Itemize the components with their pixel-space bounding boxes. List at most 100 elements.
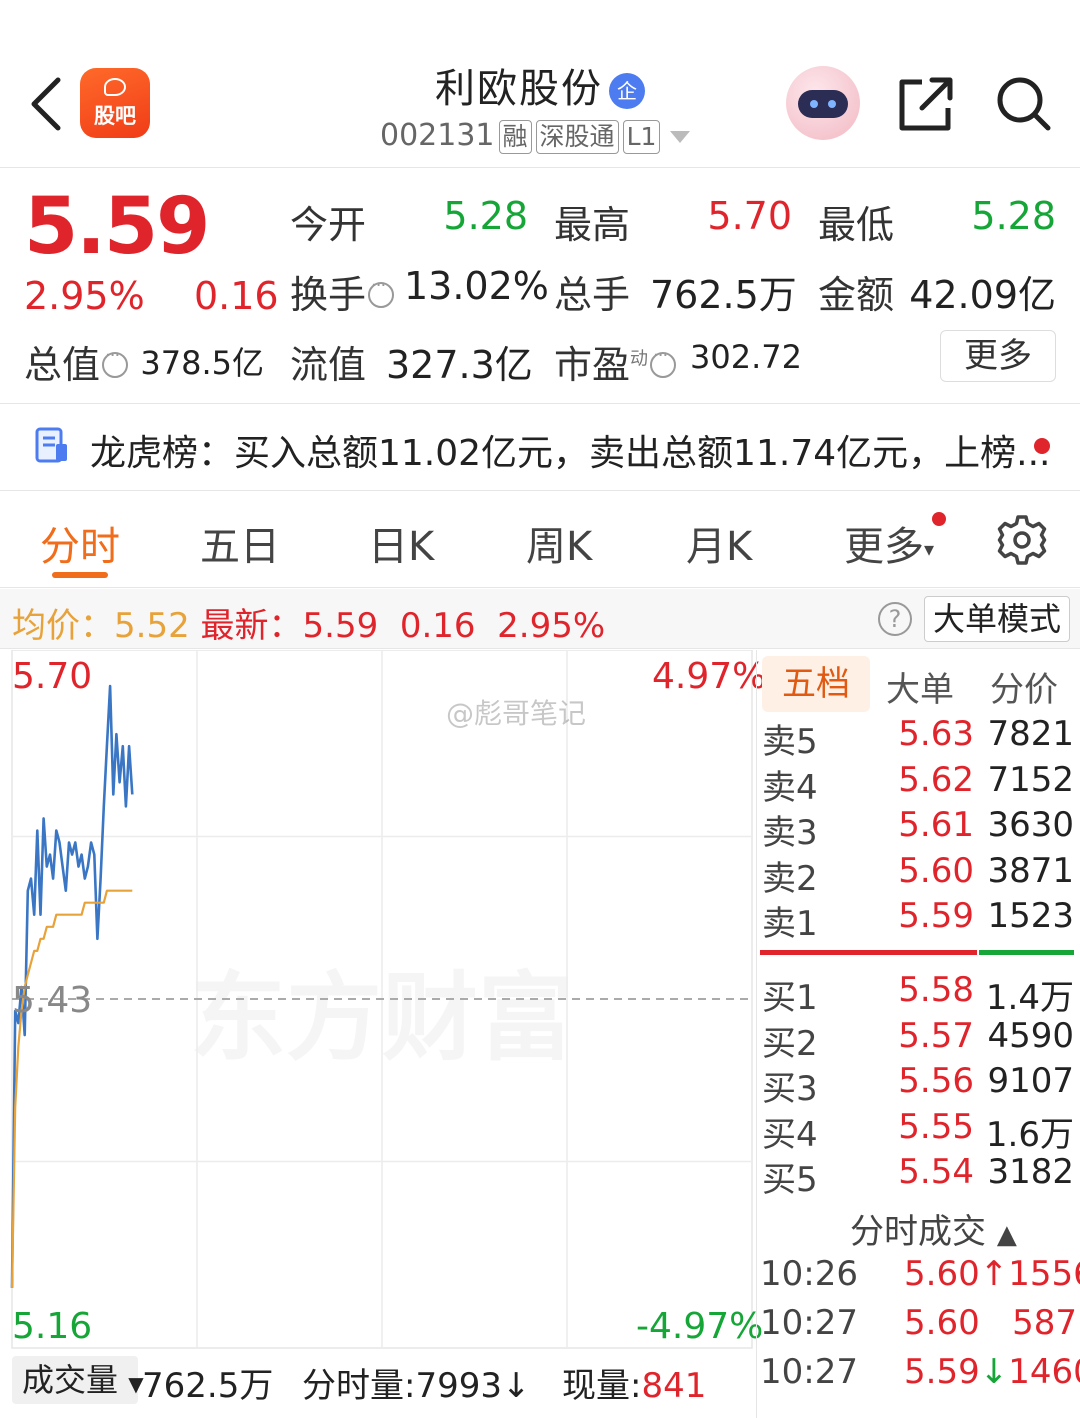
bid-level-price: 5.57	[898, 1015, 974, 1056]
stock-code-line[interactable]: 002131 融深股通 L1	[380, 118, 691, 154]
ask-level-label: 卖2	[762, 858, 818, 899]
ask-level-label: 卖5	[762, 722, 818, 762]
avg-price: 5.52	[114, 606, 190, 646]
tag-level: L1	[622, 119, 661, 154]
bid-level-volume: 9107	[987, 1061, 1074, 1101]
y-axis-top-price: 5.70	[12, 656, 93, 697]
search-icon[interactable]	[994, 74, 1054, 134]
bid-level-price: 5.58	[898, 970, 974, 1010]
y-axis-top-percent: 4.97%	[652, 656, 767, 697]
share-icon[interactable]	[896, 74, 956, 134]
ask-level-price: 5.59	[898, 896, 974, 936]
help-icon[interactable]: ?	[878, 602, 912, 636]
bid-level-label: 买4	[762, 1114, 818, 1155]
low-label: 最低	[818, 203, 895, 247]
volume-label: 总手	[554, 273, 631, 317]
float-value: 327.3亿	[386, 343, 533, 387]
intraday-chart[interactable]	[0, 650, 754, 1350]
bid-level-label: 买3	[762, 1069, 818, 1109]
sell-ratio-bar	[979, 950, 1074, 955]
low-value: 5.28	[971, 194, 1056, 238]
tab-more[interactable]: 更多▾	[844, 514, 934, 572]
gear-icon[interactable]	[996, 514, 1048, 566]
ai-assistant-avatar[interactable]	[786, 66, 860, 140]
tag-margin: 融	[498, 119, 532, 154]
y-axis-bottom-price: 5.16	[12, 1306, 93, 1347]
bid-level-volume: 3182	[987, 1152, 1074, 1192]
active-tab-indicator	[52, 572, 108, 578]
ask-level-price: 5.63	[898, 714, 974, 754]
y-axis-bottom-percent: -4.97%	[636, 1306, 764, 1347]
more-quote-button[interactable]: 更多	[940, 330, 1056, 382]
ask-level-price: 5.62	[898, 759, 974, 800]
buy-ratio-bar	[760, 950, 977, 955]
ask-level-volume: 3630	[987, 805, 1074, 845]
tab-intraday[interactable]: 分时	[40, 514, 120, 572]
ask-level-label: 卖1	[762, 904, 818, 944]
current-price: 5.59	[24, 182, 210, 272]
bid-level-price: 5.54	[898, 1152, 974, 1192]
pe-label[interactable]: 市盈动	[554, 334, 677, 389]
intraday-deals-title[interactable]: 分时成交 ▲	[850, 1204, 1017, 1253]
minute-volume: 分时量:7993↓	[302, 1366, 531, 1406]
mcap-label[interactable]: 总值	[24, 334, 129, 389]
stock-code: 002131	[380, 118, 495, 153]
float-label: 流值	[290, 343, 367, 387]
document-icon	[35, 427, 67, 463]
robot-face-icon	[798, 90, 848, 118]
more-info-icon[interactable]	[650, 345, 677, 378]
open-label: 今开	[290, 203, 367, 247]
deal-price-volume: 5.60 587	[904, 1303, 1078, 1343]
ask-level-volume: 7152	[987, 759, 1074, 800]
current-volume: 现量:841	[562, 1366, 707, 1406]
ask-level-price: 5.60	[898, 850, 974, 891]
stock-name: 利欧股份	[435, 66, 603, 112]
amount-label: 金额	[818, 273, 895, 317]
turnover-value: 13.02%	[404, 264, 549, 308]
enterprise-badge-icon: 企	[609, 73, 645, 109]
bid-level-label: 买2	[762, 1023, 818, 1064]
tab-big-orders[interactable]: 大单	[886, 662, 954, 711]
ask-level-volume: 1523	[987, 896, 1074, 936]
bid-level-volume: 1.6万	[985, 1114, 1074, 1155]
amount-value: 42.09亿	[909, 273, 1056, 317]
mcap-value: 378.5亿	[140, 344, 264, 382]
deal-time: 10:26	[760, 1254, 858, 1294]
y-axis-mid-price: 5.43	[12, 980, 93, 1021]
bid-level-volume: 1.4万	[985, 978, 1074, 1018]
bid-level-price: 5.56	[898, 1061, 974, 1101]
indicator-select[interactable]: 成交量 ▼	[12, 1356, 144, 1404]
tab-five-day[interactable]: 五日	[200, 514, 280, 572]
ask-level-volume: 3871	[987, 850, 1074, 891]
longhu-summary: 龙虎榜：买入总额11.02亿元，卖出总额11.74亿元，上榜...	[90, 433, 1051, 474]
notification-dot	[1034, 438, 1050, 454]
deal-time: 10:27	[760, 1303, 858, 1343]
tab-price-distribution[interactable]: 分价	[990, 662, 1058, 711]
tab-weekly-k[interactable]: 周K	[526, 514, 592, 572]
turnover-label[interactable]: 换手	[290, 264, 395, 319]
more-info-icon[interactable]	[368, 275, 395, 308]
info-change: 0.16	[399, 606, 476, 646]
ask-level-label: 卖3	[762, 813, 818, 853]
last-price: 5.59	[302, 606, 379, 646]
ask-level-volume: 7821	[987, 714, 1074, 754]
tab-daily-k[interactable]: 日K	[368, 514, 434, 572]
chevron-down-icon[interactable]	[670, 130, 691, 143]
notification-dot	[932, 512, 946, 526]
average-price-line	[10, 889, 133, 1288]
info-percent: 2.95%	[497, 606, 606, 646]
deal-price-volume: 5.60↑1556	[904, 1254, 1080, 1294]
bid-level-label: 买1	[762, 978, 818, 1018]
more-info-icon[interactable]	[102, 345, 129, 378]
high-label: 最高	[554, 203, 631, 247]
tab-monthly-k[interactable]: 月K	[686, 514, 752, 572]
change-percent: 2.95%	[24, 274, 145, 318]
open-value: 5.28	[443, 194, 528, 238]
deal-price-volume: 5.59↓1460	[904, 1352, 1080, 1392]
tab-five-levels[interactable]: 五档	[762, 656, 870, 712]
ask-level-price: 5.61	[898, 805, 974, 845]
volume-value: 762.5万	[650, 273, 797, 317]
big-order-mode-button[interactable]: 大单模式	[924, 596, 1070, 642]
bid-level-label: 买5	[762, 1160, 818, 1200]
weibo-watermark: @彪哥笔记	[446, 697, 587, 730]
